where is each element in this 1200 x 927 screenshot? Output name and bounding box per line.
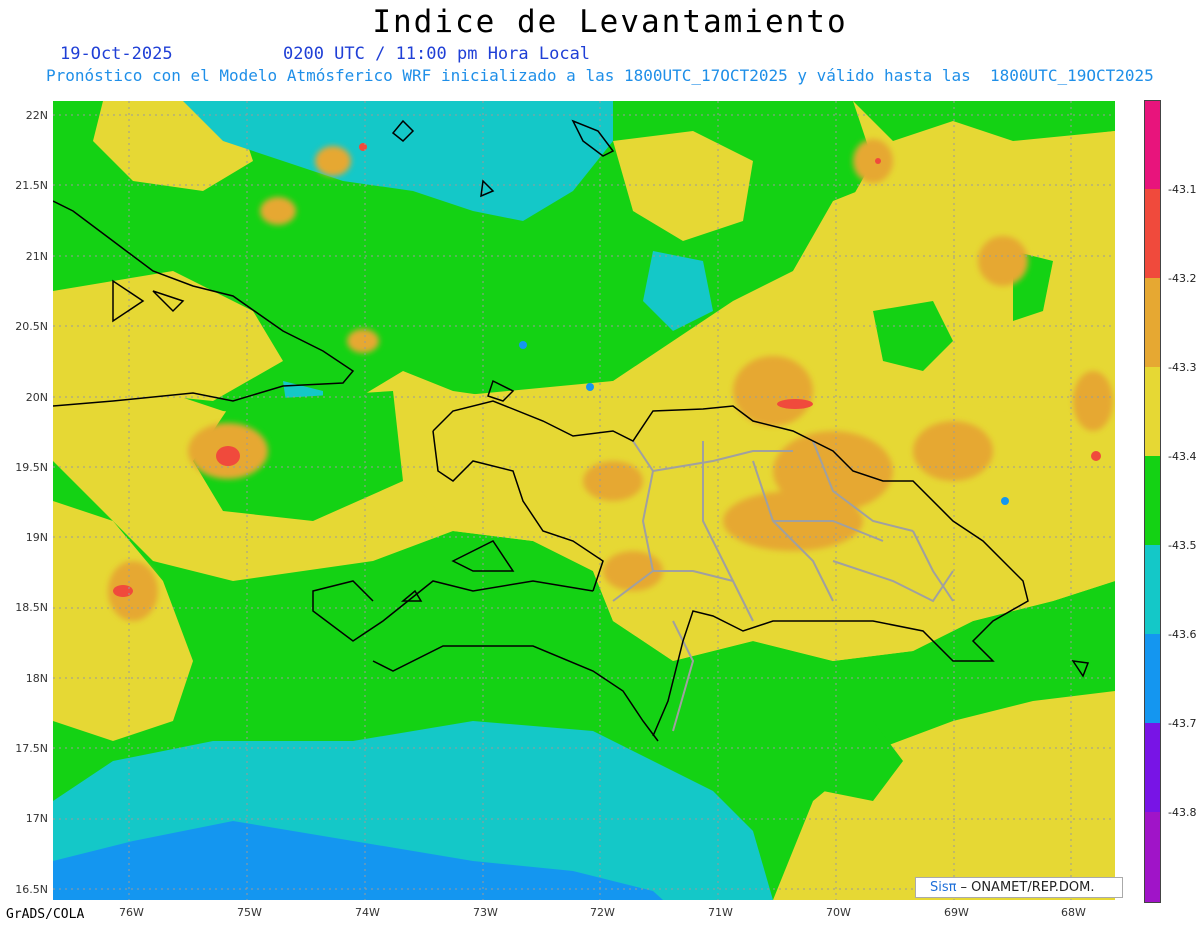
colorbar-label: -43.6 <box>1168 628 1197 641</box>
lat-label-18-5n: 18.5N <box>15 601 48 614</box>
grads-credit: GrADS/COLA <box>6 907 85 922</box>
colorbar-swatch <box>1144 189 1161 278</box>
lon-label-75w: 75W <box>237 906 262 919</box>
lon-label-73w: 73W <box>473 906 498 919</box>
lat-label-19-5n: 19.5N <box>15 461 48 474</box>
lon-label-70w: 70W <box>826 906 851 919</box>
lon-label-76w: 76W <box>119 906 144 919</box>
colorbar-label: -43.4 <box>1168 450 1197 463</box>
lat-label-17n: 17N <box>25 812 48 825</box>
colorbar <box>1144 100 1161 903</box>
colorbar-label: -43.3 <box>1168 361 1197 374</box>
lat-label-20-5n: 20.5N <box>15 320 48 333</box>
colorbar-label: -43.1 <box>1168 183 1197 196</box>
lifted-index-map <box>53 101 1115 900</box>
map-title: Indice de Levantamiento <box>372 4 848 40</box>
lat-label-21-5n: 21.5N <box>15 179 48 192</box>
model-subtitle: Pronóstico con el Modelo Atmósferico WRF… <box>46 66 1154 85</box>
lat-label-22n: 22N <box>25 109 48 122</box>
sis-logo-mark: Sisπ <box>930 880 957 895</box>
lat-label-19n: 19N <box>25 531 48 544</box>
colorbar-swatch <box>1144 456 1161 545</box>
lat-label-17-5n: 17.5N <box>15 742 48 755</box>
lon-label-74w: 74W <box>355 906 380 919</box>
lon-label-68w: 68W <box>1061 906 1086 919</box>
colorbar-swatch <box>1144 367 1161 456</box>
colorbar-label: -43.8 <box>1168 806 1197 819</box>
lat-label-18n: 18N <box>25 672 48 685</box>
colorbar-label: -43.5 <box>1168 539 1197 552</box>
lon-label-71w: 71W <box>708 906 733 919</box>
lat-label-21n: 21N <box>25 250 48 263</box>
lat-label-20n: 20N <box>25 391 48 404</box>
colorbar-swatch <box>1144 100 1161 189</box>
colorbar-label: -43.2 <box>1168 272 1197 285</box>
forecast-time: 0200 UTC / 11:00 pm Hora Local <box>283 44 591 64</box>
logo-text: – ONAMET/REP.DOM. <box>960 880 1095 895</box>
colorbar-swatch <box>1144 723 1161 812</box>
forecast-date: 19-Oct-2025 <box>60 44 173 64</box>
colorbar-label: -43.7 <box>1168 717 1197 730</box>
map-field <box>53 101 1115 900</box>
colorbar-swatch <box>1144 278 1161 367</box>
colorbar-swatch <box>1144 545 1161 634</box>
lon-label-72w: 72W <box>590 906 615 919</box>
lon-label-69w: 69W <box>944 906 969 919</box>
colorbar-swatch <box>1144 634 1161 723</box>
colorbar-swatch <box>1144 812 1161 902</box>
onamet-logo: Sisπ – ONAMET/REP.DOM. <box>915 877 1123 898</box>
lat-label-16-5n: 16.5N <box>15 883 48 896</box>
